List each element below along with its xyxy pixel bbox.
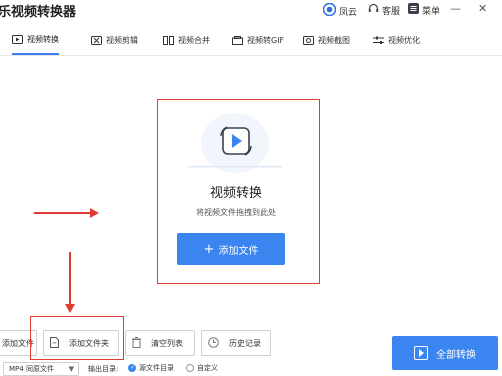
sliders-icon: [373, 36, 384, 45]
plus-icon: +: [203, 241, 215, 257]
output-dir-label: 输出目录:: [88, 365, 119, 373]
gif-icon: [232, 35, 243, 45]
convert-icon: [12, 34, 23, 44]
radio-custom-dir[interactable]: 自定义: [186, 363, 218, 373]
tab-label: 视频截图: [318, 35, 350, 45]
add-folder-button[interactable]: 添加文件夹: [43, 330, 119, 356]
tab-label: 视频转换: [27, 34, 59, 44]
tab-video-convert[interactable]: 视频转换: [12, 25, 59, 55]
radio-unchecked-icon: [186, 364, 194, 372]
clear-list-label: 清空列表: [151, 338, 183, 348]
trash-icon: [132, 336, 141, 350]
close-icon: ✕: [478, 2, 488, 15]
history-label: 历史记录: [229, 338, 261, 348]
tab-video-merge[interactable]: 视频合并: [163, 25, 210, 55]
user-avatar-icon: [322, 2, 337, 19]
tab-label: 视频合并: [178, 35, 210, 45]
add-file-label: 添加文件: [218, 245, 259, 257]
tab-label: 视频剪辑: [106, 35, 138, 45]
tab-video-optimize[interactable]: 视频优化: [373, 25, 420, 55]
main-menu-button[interactable]: 菜单: [408, 3, 440, 17]
user-name: 凤云: [339, 7, 358, 18]
add-folder-label: 添加文件夹: [69, 338, 109, 348]
customer-service-button[interactable]: 客服: [368, 3, 400, 17]
add-file-button[interactable]: + 添加文件: [177, 233, 285, 265]
menu-icon: [408, 3, 419, 17]
merge-icon: [163, 35, 174, 45]
minimize-button[interactable]: —: [450, 2, 461, 15]
drop-hint: 将视频文件拖拽到此处: [196, 208, 276, 217]
radio-source-label: 源文件目录: [139, 364, 174, 372]
close-button[interactable]: ✕: [478, 2, 487, 15]
convert-all-label: 全部转换: [436, 349, 476, 361]
clip-icon: [91, 35, 102, 45]
folder-file-icon: [50, 336, 59, 350]
arrow-down-annotation: [62, 250, 78, 314]
title-bar: 乐视频转换器 凤云 客服 菜单 — ✕: [0, 0, 502, 22]
drop-title: 视频转换: [209, 186, 262, 201]
tab-label: 视频优化: [388, 35, 420, 45]
history-button[interactable]: 历史记录: [201, 330, 271, 356]
output-format-select[interactable]: MP4 同原文件 ▼: [3, 362, 79, 376]
radio-checked-icon: [128, 364, 136, 372]
drop-illustration: [185, 110, 285, 175]
radio-custom-label: 自定义: [197, 364, 218, 372]
user-menu[interactable]: 凤云: [322, 2, 358, 19]
radio-source-dir[interactable]: 源文件目录: [128, 363, 174, 373]
clear-list-button[interactable]: 清空列表: [125, 330, 195, 356]
clock-icon: [208, 336, 219, 350]
tab-video-gif[interactable]: 视频转GIF: [232, 25, 284, 55]
main-menu-label: 菜单: [422, 6, 441, 17]
customer-service-label: 客服: [382, 6, 401, 17]
arrow-right-annotation: [30, 205, 100, 221]
tab-bar: 视频转换 视频剪辑 视频合并 视频转GIF 视频截图 视频优化: [0, 25, 502, 56]
headset-icon: [368, 3, 379, 17]
output-format-value: MP4 同原文件: [9, 365, 54, 373]
convert-all-button[interactable]: 全部转换: [392, 336, 498, 370]
minimize-icon: —: [450, 2, 461, 15]
tab-video-screenshot[interactable]: 视频截图: [303, 25, 350, 55]
chevron-down-icon: ▼: [68, 365, 74, 373]
app-title: 乐视频转换器: [0, 5, 77, 20]
tab-video-clip[interactable]: 视频剪辑: [91, 25, 138, 55]
tab-label: 视频转GIF: [247, 35, 285, 45]
screenshot-icon: [303, 35, 314, 45]
play-box-icon: [414, 346, 428, 360]
